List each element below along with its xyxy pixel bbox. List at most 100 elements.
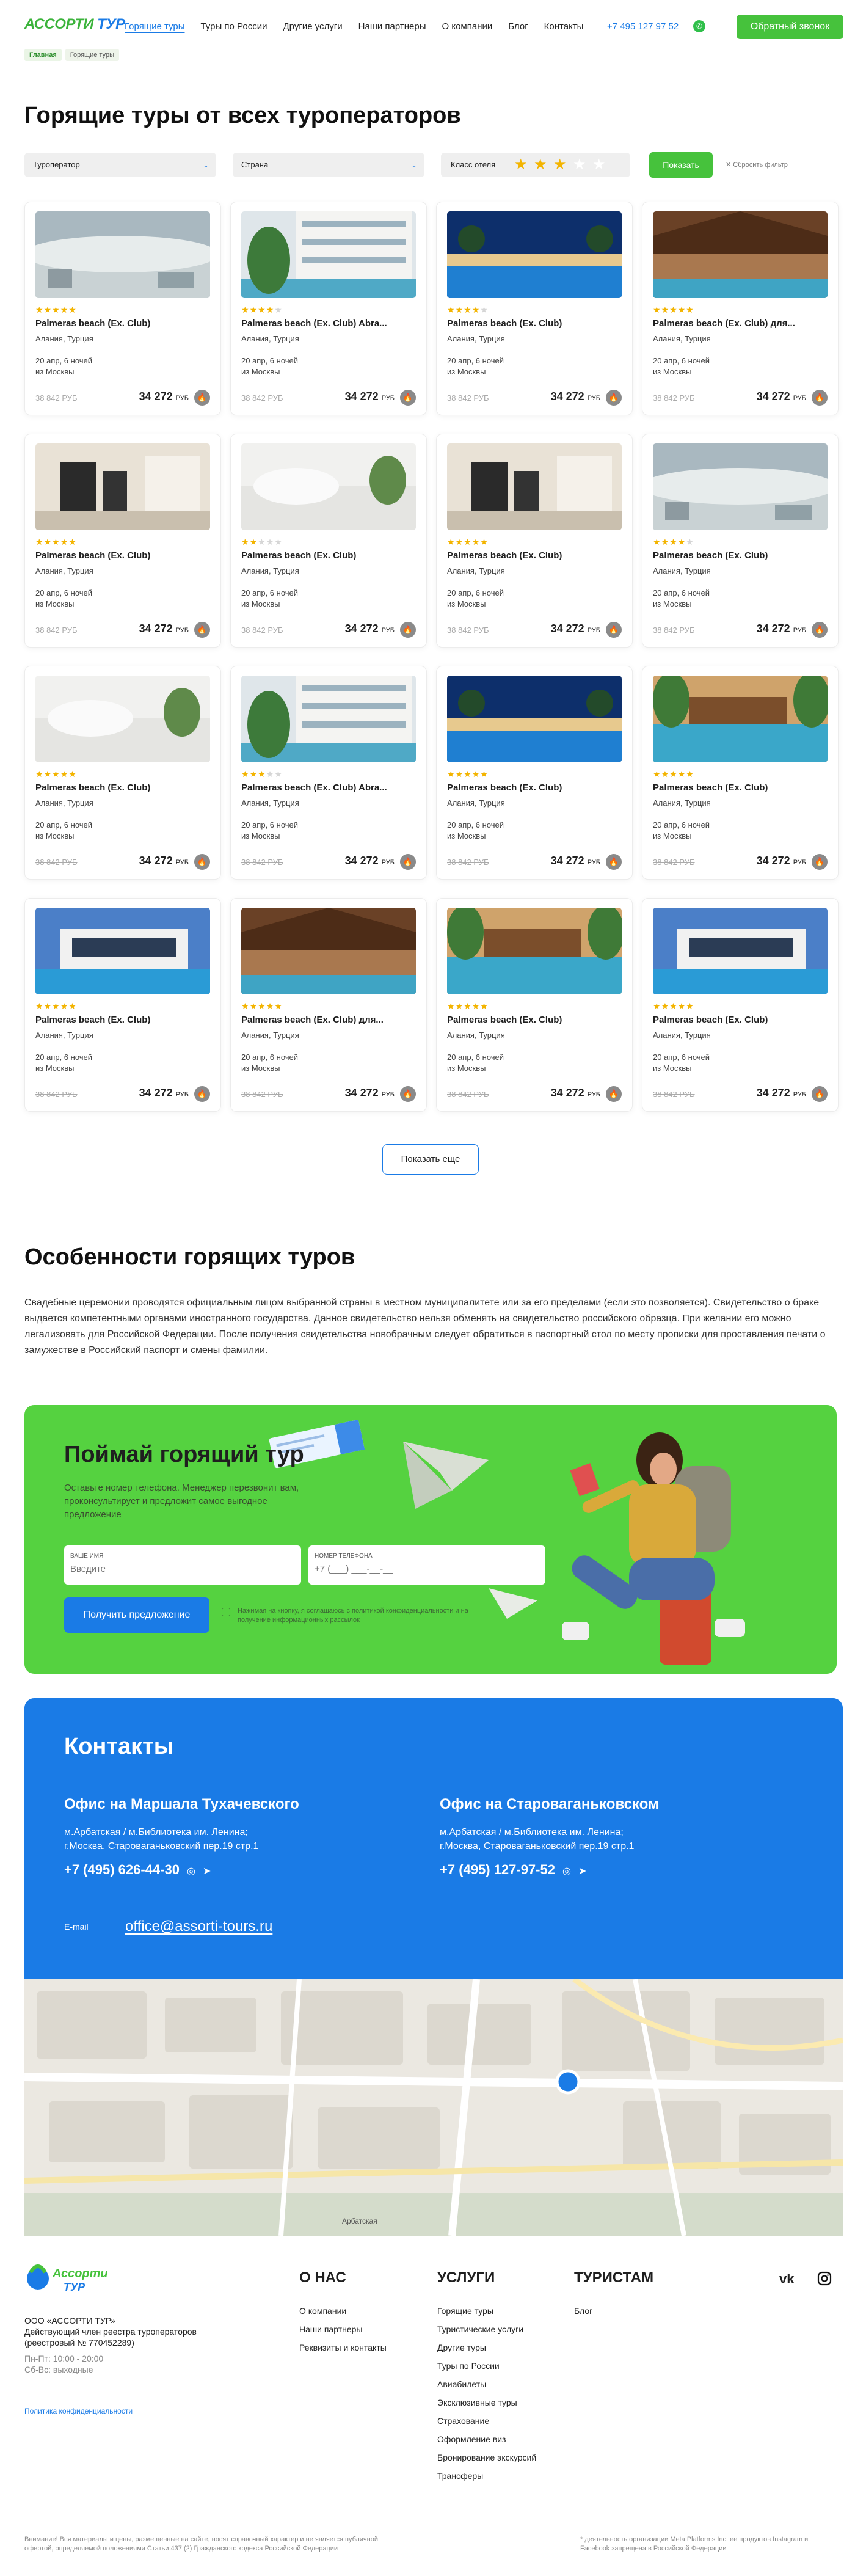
hotel-photo[interactable] <box>653 443 828 530</box>
tour-card[interactable]: ★★★★★ Palmeras beach (Ex. Club) Алания, Ту… <box>24 434 221 648</box>
map[interactable]: Арбатская <box>24 1979 843 2236</box>
hotel-name[interactable]: Palmeras beach (Ex. Club) <box>35 1015 213 1025</box>
hotel-photo[interactable] <box>447 676 622 762</box>
instagram-icon[interactable] <box>817 2271 832 2286</box>
fire-icon[interactable]: 🔥 <box>194 854 210 870</box>
footer-link[interactable]: Туристические услуги <box>437 2320 536 2338</box>
hotel-name[interactable]: Palmeras beach (Ex. Club) Abra... <box>241 783 418 793</box>
hotel-photo[interactable] <box>35 211 210 298</box>
footer-link[interactable]: Горящие туры <box>437 2302 536 2320</box>
footer-link[interactable]: Страхование <box>437 2412 536 2430</box>
hotel-photo[interactable] <box>447 211 622 298</box>
hotel-photo[interactable] <box>35 676 210 762</box>
footer-link[interactable]: Оформление виз <box>437 2430 536 2448</box>
tour-card[interactable]: ★★★★★ Palmeras beach (Ex. Club) Алания, Ту… <box>642 898 839 1112</box>
hotel-name[interactable]: Palmeras beach (Ex. Club) <box>447 1015 624 1025</box>
nav-hot-tours[interactable]: Горящие туры <box>125 21 184 32</box>
nav-about[interactable]: О компании <box>442 21 493 32</box>
office-phone[interactable]: +7 (495) 626-44-30 <box>64 1862 180 1877</box>
fire-icon[interactable]: 🔥 <box>812 1086 828 1102</box>
fire-icon[interactable]: 🔥 <box>194 390 210 406</box>
telegram-icon[interactable]: ➤ <box>203 1866 211 1877</box>
tour-card[interactable]: ★★★★★ Palmeras beach (Ex. Club) Алания, Ту… <box>642 434 839 648</box>
fire-icon[interactable]: 🔥 <box>812 622 828 638</box>
fire-icon[interactable]: 🔥 <box>400 390 416 406</box>
fire-icon[interactable]: 🔥 <box>606 390 622 406</box>
tour-card[interactable]: ★★★★★ Palmeras beach (Ex. Club) Алания, Ту… <box>24 202 221 415</box>
hotel-photo[interactable] <box>447 443 622 530</box>
operator-select[interactable]: Туроператор ⌄ <box>24 153 216 177</box>
star-icon[interactable]: ★ <box>514 156 528 173</box>
fire-icon[interactable]: 🔥 <box>606 622 622 638</box>
tour-card[interactable]: ★★★★★ Palmeras beach (Ex. Club) Abra... Ал… <box>230 666 427 880</box>
tour-card[interactable]: ★★★★★ Palmeras beach (Ex. Club) для... Ала… <box>642 202 839 415</box>
tour-card[interactable]: ★★★★★ Palmeras beach (Ex. Club) Abra... Ал… <box>230 202 427 415</box>
country-select[interactable]: Страна ⌄ <box>233 153 424 177</box>
nav-partners[interactable]: Наши партнеры <box>358 21 426 32</box>
fire-icon[interactable]: 🔥 <box>400 622 416 638</box>
callback-button[interactable]: Обратный звонок <box>737 15 843 39</box>
tour-card[interactable]: ★★★★★ Palmeras beach (Ex. Club) Алания, Ту… <box>436 434 633 648</box>
tour-card[interactable]: ★★★★★ Palmeras beach (Ex. Club) для... Ала… <box>230 898 427 1112</box>
privacy-policy-link[interactable]: Политика конфиденциальности <box>24 2407 133 2415</box>
show-more-button[interactable]: Показать еще <box>382 1144 479 1175</box>
tour-card[interactable]: ★★★★★ Palmeras beach (Ex. Club) Алания, Ту… <box>642 666 839 880</box>
office-phone[interactable]: +7 (495) 127-97-52 <box>440 1862 555 1877</box>
consent-checkbox[interactable]: Нажимая на кнопку, я соглашаюсь с полити… <box>222 1607 478 1625</box>
nav-blog[interactable]: Блог <box>508 21 528 32</box>
hotel-name[interactable]: Palmeras beach (Ex. Club) <box>447 783 624 793</box>
tour-card[interactable]: ★★★★★ Palmeras beach (Ex. Club) Алания, Ту… <box>230 434 427 648</box>
fire-icon[interactable]: 🔥 <box>194 1086 210 1102</box>
hotel-photo[interactable] <box>241 443 416 530</box>
star-icon[interactable]: ★ <box>592 156 606 173</box>
name-input[interactable] <box>70 1564 272 1574</box>
hotel-photo[interactable] <box>653 908 828 994</box>
phone-field[interactable]: Номер телефона <box>308 1545 545 1585</box>
tour-card[interactable]: ★★★★★ Palmeras beach (Ex. Club) Алания, Ту… <box>436 898 633 1112</box>
hotel-name[interactable]: Palmeras beach (Ex. Club) <box>447 318 624 329</box>
show-button[interactable]: Показать <box>649 152 713 178</box>
hotel-photo[interactable] <box>35 443 210 530</box>
footer-link[interactable]: Другие туры <box>437 2338 536 2357</box>
whatsapp-icon[interactable]: ✆ <box>693 20 705 32</box>
hotel-photo[interactable] <box>241 676 416 762</box>
star-icon[interactable]: ★ <box>534 156 547 173</box>
footer-link[interactable]: Авиабилеты <box>437 2375 536 2393</box>
footer-link[interactable]: Наши партнеры <box>299 2320 387 2338</box>
hotel-name[interactable]: Palmeras beach (Ex. Club) для... <box>241 1015 418 1025</box>
whatsapp-icon[interactable]: ◎ <box>562 1866 571 1877</box>
reset-filter-button[interactable]: ✕ Сбросить фильтр <box>726 161 788 169</box>
hotel-name[interactable]: Palmeras beach (Ex. Club) <box>447 550 624 561</box>
footer-link[interactable]: Эксклюзивные туры <box>437 2393 536 2412</box>
nav-russia-tours[interactable]: Туры по России <box>200 21 267 32</box>
footer-link[interactable]: Бронирование экскурсий <box>437 2448 536 2467</box>
fire-icon[interactable]: 🔥 <box>606 854 622 870</box>
checkbox[interactable] <box>222 1608 230 1616</box>
hotel-photo[interactable] <box>241 211 416 298</box>
hotel-photo[interactable] <box>35 908 210 994</box>
hotel-name[interactable]: Palmeras beach (Ex. Club) <box>653 783 830 793</box>
hotel-photo[interactable] <box>447 908 622 994</box>
hotel-class-filter[interactable]: Класс отеля ★ ★ ★ ★ ★ <box>441 153 630 177</box>
footer-link[interactable]: О компании <box>299 2302 387 2320</box>
fire-icon[interactable]: 🔥 <box>194 622 210 638</box>
breadcrumb-home[interactable]: Главная <box>24 49 62 61</box>
hotel-name[interactable]: Palmeras beach (Ex. Club) <box>241 550 418 561</box>
hotel-photo[interactable] <box>653 676 828 762</box>
tour-card[interactable]: ★★★★★ Palmeras beach (Ex. Club) Алания, Ту… <box>24 666 221 880</box>
header-phone[interactable]: +7 495 127 97 52 <box>607 21 679 32</box>
tour-card[interactable]: ★★★★★ Palmeras beach (Ex. Club) Алания, Ту… <box>24 898 221 1112</box>
fire-icon[interactable]: 🔥 <box>400 854 416 870</box>
fire-icon[interactable]: 🔥 <box>400 1086 416 1102</box>
hotel-name[interactable]: Palmeras beach (Ex. Club) <box>35 550 213 561</box>
hotel-name[interactable]: Palmeras beach (Ex. Club) для... <box>653 318 830 329</box>
vk-icon[interactable]: vk <box>779 2271 794 2287</box>
hotel-name[interactable]: Palmeras beach (Ex. Club) <box>653 550 830 561</box>
map-canvas[interactable]: Арбатская <box>24 1979 843 2236</box>
footer-link[interactable]: Трансферы <box>437 2467 536 2485</box>
hotel-name[interactable]: Palmeras beach (Ex. Club) <box>35 783 213 793</box>
name-field[interactable]: Ваше имя <box>64 1545 301 1585</box>
fire-icon[interactable]: 🔥 <box>812 854 828 870</box>
logo[interactable]: АССОРТИ ТУР <box>24 16 125 33</box>
tour-card[interactable]: ★★★★★ Palmeras beach (Ex. Club) Алания, Ту… <box>436 666 633 880</box>
